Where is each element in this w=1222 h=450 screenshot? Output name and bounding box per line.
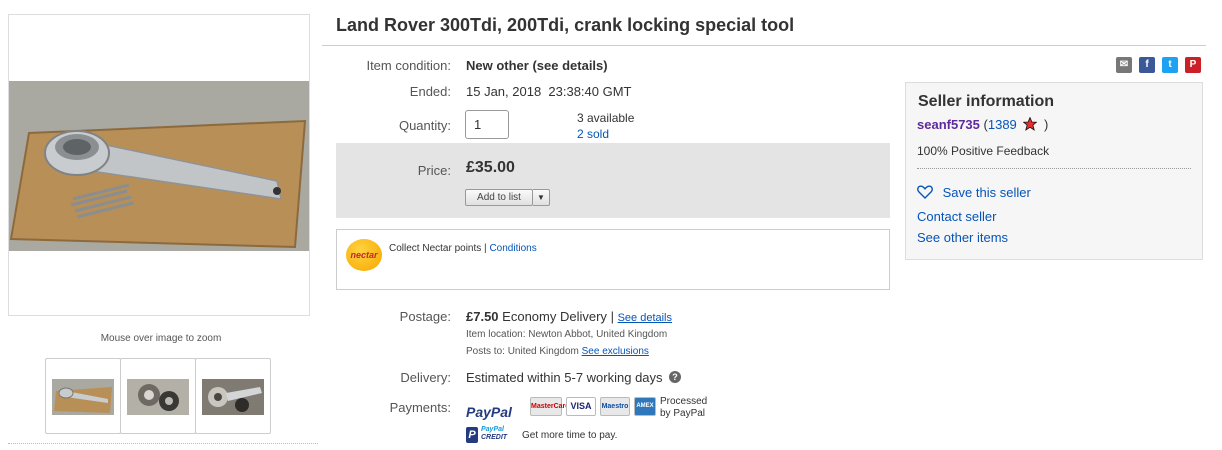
price-value: £35.00 bbox=[466, 159, 515, 176]
title-divider bbox=[322, 45, 1206, 46]
postage-line: £7.50 Economy Delivery | See details bbox=[466, 309, 672, 324]
positive-feedback: 100% Positive Feedback bbox=[917, 144, 1050, 158]
processed-by-paypal: Processed by PayPal bbox=[660, 396, 707, 420]
delivery-label: Delivery: bbox=[400, 370, 451, 385]
price-label: Price: bbox=[417, 163, 451, 178]
save-seller-row[interactable]: Save this seller bbox=[917, 185, 1031, 200]
seller-name-link[interactable]: seanf5735 bbox=[917, 117, 980, 132]
paypal-credit-logo: PayPal CREDIT bbox=[481, 426, 507, 442]
pinterest-share-icon[interactable]: P bbox=[1185, 57, 1201, 73]
payments-label: Payments: bbox=[389, 400, 451, 415]
add-to-list-dropdown[interactable]: ▼ bbox=[533, 189, 550, 206]
postage-method: Economy Delivery bbox=[502, 309, 607, 324]
ended-label: Ended: bbox=[409, 84, 451, 99]
paypal-logo: PayPal bbox=[466, 404, 512, 420]
see-exclusions-link[interactable]: See exclusions bbox=[582, 346, 649, 357]
thumbnail-1[interactable] bbox=[45, 358, 121, 434]
mastercard-icon: MasterCard bbox=[530, 397, 570, 416]
zoom-hint: Mouse over image to zoom bbox=[100, 333, 222, 344]
postage-separator: | bbox=[610, 309, 614, 324]
delivery-value: Estimated within 5-7 working days bbox=[466, 370, 663, 385]
by-paypal-text: by PayPal bbox=[660, 408, 706, 419]
item-location-value: Newton Abbot, United Kingdom bbox=[528, 329, 668, 340]
chevron-down-icon: ▼ bbox=[537, 193, 545, 202]
quantity-label: Quantity: bbox=[398, 118, 451, 133]
main-product-image[interactable] bbox=[9, 81, 309, 251]
condition-label: Item condition: bbox=[366, 58, 451, 73]
available-count: 3 available bbox=[577, 111, 635, 125]
processed-text: Processed bbox=[660, 396, 708, 407]
seller-info-title: Seller information bbox=[918, 93, 1055, 110]
thumbnail-2[interactable] bbox=[120, 358, 196, 434]
main-image-frame[interactable] bbox=[8, 14, 310, 316]
contact-seller-link[interactable]: Contact seller bbox=[917, 209, 996, 224]
star-icon[interactable] bbox=[1022, 116, 1038, 131]
save-seller-link[interactable]: Save this seller bbox=[943, 185, 1031, 200]
postage-label: Postage: bbox=[399, 309, 451, 324]
feedback-score-link[interactable]: 1389 bbox=[988, 117, 1017, 132]
price-panel bbox=[336, 143, 890, 218]
nectar-conditions-link[interactable]: Conditions bbox=[489, 243, 536, 254]
paypal-logo-text: PayPal bbox=[466, 404, 512, 420]
listing-page: Mouse over image to zoom Land Rover 300T… bbox=[0, 0, 1222, 450]
postage-price: £7.50 bbox=[466, 309, 499, 324]
nectar-separator: | bbox=[484, 243, 487, 254]
paypal-credit-text: Get more time to pay. bbox=[522, 430, 618, 441]
facebook-share-icon[interactable]: f bbox=[1139, 57, 1155, 73]
nectar-logo-icon: nectar bbox=[346, 239, 382, 271]
see-other-items-link[interactable]: See other items bbox=[917, 230, 1008, 245]
sold-count-link[interactable]: 2 sold bbox=[577, 127, 609, 141]
help-icon[interactable]: ? bbox=[669, 371, 681, 383]
email-share-icon[interactable]: ✉ bbox=[1116, 57, 1132, 73]
thumbnail-image bbox=[52, 379, 114, 415]
item-location: Item location: Newton Abbot, United King… bbox=[466, 329, 667, 340]
posts-to-value: United Kingdom bbox=[507, 346, 579, 357]
item-title: Land Rover 300Tdi, 200Tdi, crank locking… bbox=[336, 15, 795, 35]
postage-see-details-link[interactable]: See details bbox=[618, 312, 672, 324]
twitter-share-icon[interactable]: t bbox=[1162, 57, 1178, 73]
ended-value: 15 Jan, 2018 23:38:40 GMT bbox=[466, 84, 632, 99]
amex-icon: AMEX bbox=[634, 397, 656, 416]
posts-to: Posts to: United Kingdom See exclusions bbox=[466, 346, 649, 357]
quantity-input[interactable]: 1 bbox=[465, 110, 509, 139]
paypal-credit-top: PayPal bbox=[481, 426, 504, 433]
tool-photo bbox=[9, 81, 309, 251]
seller-name-line: seanf5735 (1389 ) bbox=[917, 116, 1049, 132]
nectar-text: Collect Nectar points | Conditions bbox=[389, 243, 537, 254]
heart-icon bbox=[917, 185, 933, 199]
condition-value[interactable]: New other (see details) bbox=[466, 58, 608, 73]
paypal-credit-icon: P bbox=[466, 427, 478, 443]
thumbnail-image bbox=[202, 379, 264, 415]
add-to-list-button[interactable]: Add to list bbox=[465, 189, 533, 206]
thumbnail-image bbox=[127, 379, 189, 415]
thumbnail-3[interactable] bbox=[195, 358, 271, 434]
seller-close-paren: ) bbox=[1044, 117, 1049, 132]
gallery-divider bbox=[8, 443, 318, 444]
nectar-panel bbox=[336, 229, 890, 290]
seller-divider bbox=[917, 168, 1191, 169]
item-location-label: Item location: bbox=[466, 329, 526, 340]
maestro-icon: Maestro bbox=[600, 397, 630, 416]
nectar-collect-text: Collect Nectar points bbox=[389, 243, 482, 254]
visa-icon: VISA bbox=[566, 397, 596, 416]
paypal-credit-bottom: CREDIT bbox=[481, 434, 508, 441]
posts-to-label: Posts to: bbox=[466, 346, 505, 357]
